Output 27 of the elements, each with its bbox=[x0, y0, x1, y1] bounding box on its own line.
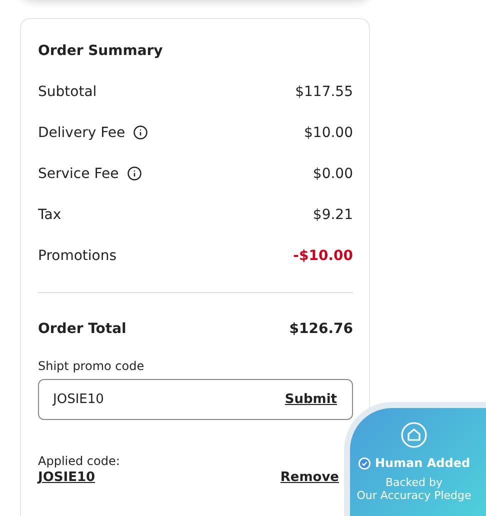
row-value: $0.00 bbox=[312, 166, 353, 182]
row-label: Promotions bbox=[38, 248, 117, 264]
promo-label: Shipt promo code bbox=[38, 359, 146, 373]
row-value: $10.00 bbox=[304, 124, 353, 140]
row-label: Service Fee bbox=[38, 166, 119, 182]
submit-button[interactable]: Submit bbox=[284, 392, 337, 407]
applied-code: JOSIE10 bbox=[38, 470, 96, 485]
check-icon bbox=[358, 456, 371, 470]
row-label: Delivery Fee bbox=[38, 124, 126, 140]
badge-title: Human Added bbox=[374, 456, 470, 470]
row-value: $117.55 bbox=[295, 84, 353, 100]
badge-subtitle: Backed by bbox=[385, 476, 443, 489]
total-label: Order Total bbox=[38, 321, 126, 337]
info-icon[interactable] bbox=[126, 166, 142, 181]
row-label: Tax bbox=[38, 206, 62, 222]
row-value: -$10.00 bbox=[293, 248, 353, 264]
row-label: Subtotal bbox=[38, 84, 97, 100]
total-value: $126.76 bbox=[289, 321, 353, 337]
info-icon[interactable] bbox=[133, 125, 148, 140]
house-icon bbox=[401, 422, 427, 448]
promo-code-value: JOSIE10 bbox=[53, 392, 104, 407]
summary-title: Order Summary bbox=[38, 43, 164, 59]
badge-pledge: Our Accuracy Pledge bbox=[356, 489, 472, 502]
row-value: $9.21 bbox=[312, 206, 353, 222]
remove-button[interactable]: Remove bbox=[280, 470, 339, 485]
promo-code-field[interactable]: JOSIE10 Submit bbox=[38, 379, 353, 420]
applied-label: Applied code: bbox=[38, 454, 120, 468]
